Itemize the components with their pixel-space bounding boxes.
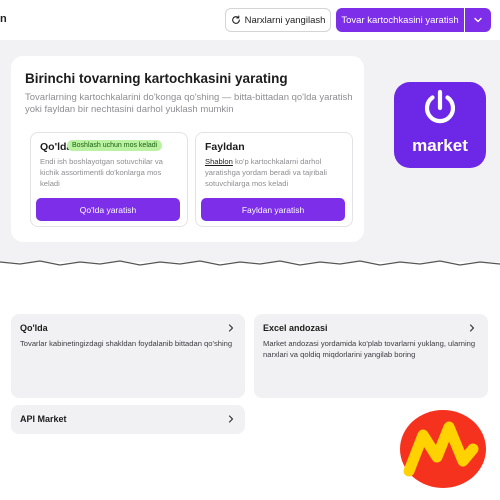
panel-subtitle: Tovarlarning kartochkalarini do'konga qo… bbox=[25, 92, 353, 115]
first-product-card-panel: Birinchi tovarning kartochkasini yaratin… bbox=[11, 56, 364, 242]
upload-option-manual[interactable]: Qo'lda Tovarlar kabinetingizdagi shaklda… bbox=[11, 314, 245, 398]
top-bar: n Narxlarni yangilash Tovar kartochkasin… bbox=[0, 0, 500, 40]
upload-option-api[interactable]: API Market bbox=[11, 405, 245, 434]
tile-title: Excel andozasi bbox=[263, 323, 328, 333]
panel-title: Birinchi tovarning kartochkasini yaratin… bbox=[25, 71, 288, 86]
chevron-right-icon bbox=[469, 324, 475, 332]
top-screenshot: n Narxlarni yangilash Tovar kartochkasin… bbox=[0, 0, 500, 262]
option-manual-description: Endi ish boshlayotgan sotuvchilar va kic… bbox=[40, 157, 163, 188]
create-from-file-button[interactable]: Fayldan yaratish bbox=[201, 198, 345, 221]
power-icon bbox=[424, 89, 456, 124]
upload-option-excel[interactable]: Excel andozasi Market andozasi yordamida… bbox=[254, 314, 488, 398]
yandex-market-m-logo bbox=[400, 410, 486, 488]
tile-title: Qo'lda bbox=[20, 323, 48, 333]
option-file-card: Fayldan Shablon ko'p kartochkalarni darh… bbox=[195, 132, 353, 227]
option-file-description: Shablon ko'p kartochkalarni darhol yarat… bbox=[205, 156, 347, 189]
tile-description: Market andozasi yordamida ko'plab tovarl… bbox=[263, 339, 476, 359]
refresh-prices-label: Narxlarni yangilash bbox=[244, 14, 326, 26]
option-file-title: Fayldan bbox=[205, 141, 245, 153]
chevron-right-icon bbox=[228, 324, 234, 332]
market-logo-word: market bbox=[412, 136, 468, 155]
recommended-badge: Boshlash uchun mos keladi bbox=[67, 140, 163, 151]
chevron-down-icon bbox=[474, 17, 482, 23]
create-manually-button[interactable]: Qo'lda yaratish bbox=[36, 198, 180, 221]
option-manual-card: Qo'lda Boshlash uchun mos keladi Endi is… bbox=[30, 132, 188, 227]
brand-fragment: n bbox=[0, 13, 7, 25]
refresh-icon bbox=[231, 15, 240, 24]
tile-description: Tovarlar kabinetingizdagi shakldan foyda… bbox=[20, 339, 233, 348]
refresh-prices-button[interactable]: Narxlarni yangilash bbox=[225, 8, 331, 32]
torn-edge-divider bbox=[0, 260, 500, 278]
template-link[interactable]: Shablon bbox=[205, 157, 233, 166]
tile-title: API Market bbox=[20, 414, 67, 424]
create-product-card-button[interactable]: Tovar kartochkasini yaratish bbox=[336, 8, 464, 32]
create-options-dropdown[interactable] bbox=[465, 8, 491, 32]
chevron-right-icon bbox=[228, 415, 234, 423]
market-logo: market bbox=[394, 82, 486, 168]
